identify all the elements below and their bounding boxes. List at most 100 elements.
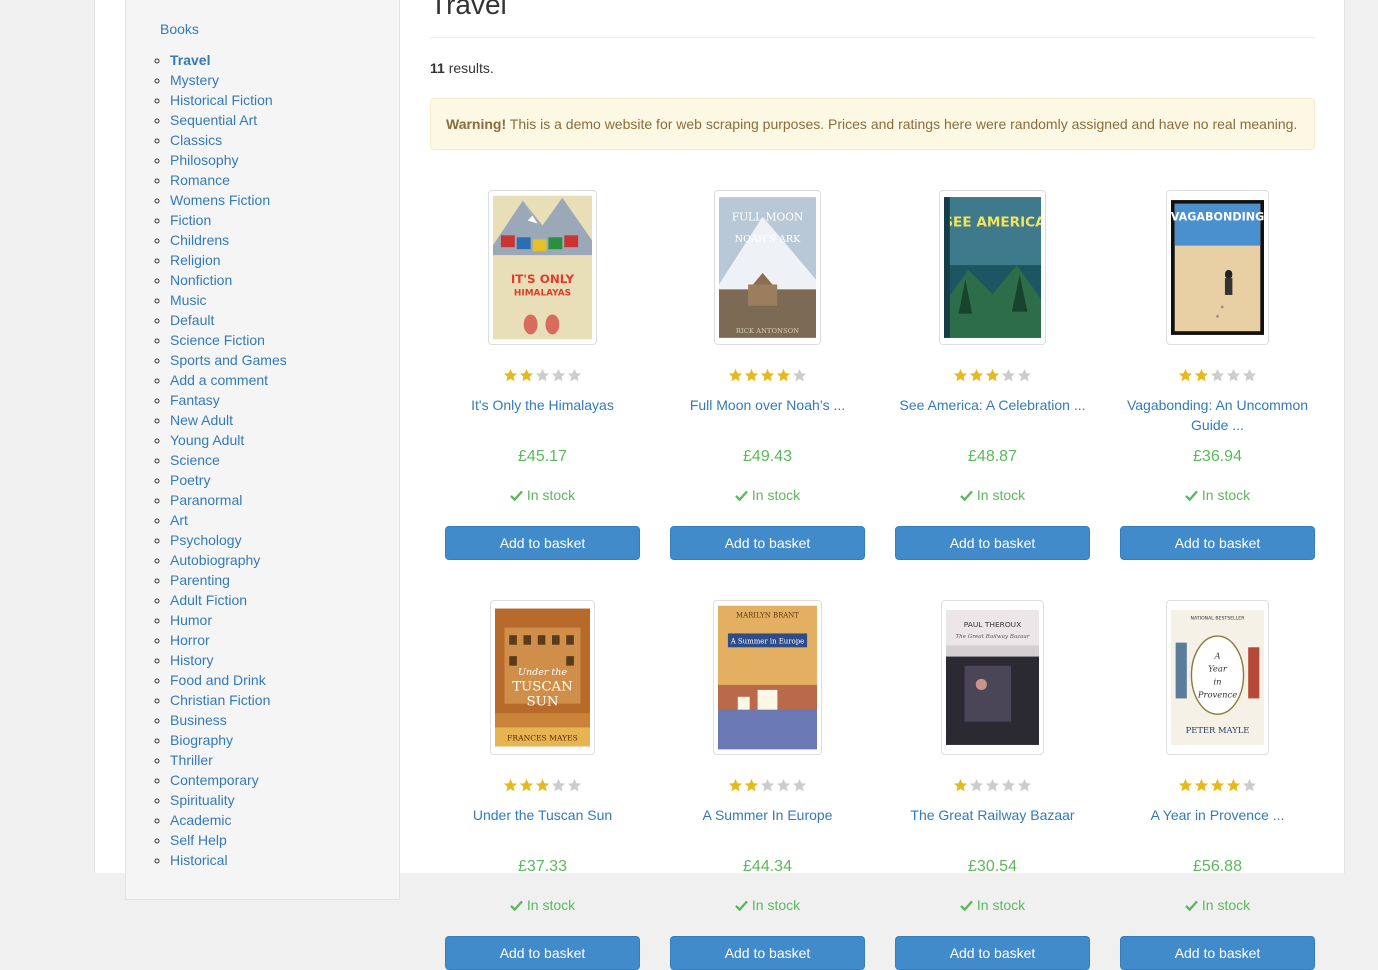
- category-link-business[interactable]: Business: [170, 712, 227, 728]
- category-link-religion[interactable]: Religion: [170, 252, 221, 268]
- product-image-link[interactable]: IT'S ONLY HIMALAYAS: [445, 190, 640, 345]
- book-cover: Under the TUSCAN SUN FRANCES MAYES: [495, 605, 590, 750]
- star-icon: [969, 778, 984, 793]
- svg-text:NOAH'S ARK: NOAH'S ARK: [735, 234, 802, 245]
- product-title-link[interactable]: A Year in Provence ...: [1120, 805, 1315, 825]
- category-link-contemporary[interactable]: Contemporary: [170, 772, 259, 788]
- category-link-humor[interactable]: Humor: [170, 612, 212, 628]
- product-price: £44.34: [743, 858, 792, 875]
- category-link-young-adult[interactable]: Young Adult: [170, 432, 244, 448]
- star-icon: [519, 778, 534, 793]
- book-cover-image[interactable]: NATIONAL BESTSELLER A Year in Provence PETER …: [1166, 600, 1269, 755]
- category-link-science-fiction[interactable]: Science Fiction: [170, 332, 265, 348]
- category-link-christian-fiction[interactable]: Christian Fiction: [170, 692, 270, 708]
- category-link-spirituality[interactable]: Spirituality: [170, 792, 235, 808]
- category-link-travel[interactable]: Travel: [170, 52, 210, 68]
- product-image-link[interactable]: Under the TUSCAN SUN FRANCES MAYES: [445, 600, 640, 755]
- category-link-horror[interactable]: Horror: [170, 632, 210, 648]
- category-link-sports-and-games[interactable]: Sports and Games: [170, 352, 287, 368]
- product-image-link[interactable]: FULL MOON NOAH'S ARK RICK ANTONSON: [670, 190, 865, 345]
- svg-text:SEE AMERICA: SEE AMERICA: [944, 214, 1041, 230]
- category-link-sequential-art[interactable]: Sequential Art: [170, 112, 257, 128]
- category-link-childrens[interactable]: Childrens: [170, 232, 229, 248]
- category-link-academic[interactable]: Academic: [170, 812, 231, 828]
- availability: In stock: [895, 897, 1090, 913]
- category-link-thriller[interactable]: Thriller: [170, 752, 213, 768]
- sidebar-item: New Adult: [170, 410, 390, 430]
- product-title-link[interactable]: A Summer In Europe: [670, 805, 865, 825]
- availability-label: In stock: [751, 487, 801, 503]
- product-title-link[interactable]: It's Only the Himalayas: [445, 395, 640, 415]
- product-image-link[interactable]: NATIONAL BESTSELLER A Year in Provence PETER …: [1120, 600, 1315, 755]
- add-to-basket-button[interactable]: Add to basket: [670, 936, 865, 970]
- sidebar-item: Art: [170, 510, 390, 530]
- category-link-self-help[interactable]: Self Help: [170, 832, 227, 848]
- category-link-philosophy[interactable]: Philosophy: [170, 152, 239, 168]
- book-cover: SEE AMERICA: [944, 195, 1041, 340]
- add-to-basket-button[interactable]: Add to basket: [670, 526, 865, 560]
- product-title-link[interactable]: Full Moon over Noah’s ...: [670, 395, 865, 415]
- category-link-history[interactable]: History: [170, 652, 214, 668]
- category-link-fiction[interactable]: Fiction: [170, 212, 211, 228]
- book-cover-image[interactable]: SEE AMERICA: [939, 190, 1046, 345]
- category-link-music[interactable]: Music: [170, 292, 207, 308]
- category-link-mystery[interactable]: Mystery: [170, 72, 219, 88]
- category-link-new-adult[interactable]: New Adult: [170, 412, 233, 428]
- book-cover-image[interactable]: IT'S ONLY HIMALAYAS: [488, 190, 597, 345]
- book-cover-image[interactable]: FULL MOON NOAH'S ARK RICK ANTONSON: [714, 190, 821, 345]
- category-link-autobiography[interactable]: Autobiography: [170, 552, 260, 568]
- product-title-link[interactable]: See America: A Celebration ...: [895, 395, 1090, 415]
- book-cover-image[interactable]: Under the TUSCAN SUN FRANCES MAYES: [490, 600, 595, 755]
- category-link-science[interactable]: Science: [170, 452, 220, 468]
- product-image-link[interactable]: MARILYN BRANT A Summer in Europe: [670, 600, 865, 755]
- add-to-basket-button[interactable]: Add to basket: [445, 936, 640, 970]
- availability-label: In stock: [976, 897, 1026, 913]
- book-cover-image[interactable]: PAUL THEROUX The Great Railway Bazaar: [941, 600, 1044, 755]
- sidebar-item: Self Help: [170, 830, 390, 850]
- category-link-womens-fiction[interactable]: Womens Fiction: [170, 192, 270, 208]
- category-link-poetry[interactable]: Poetry: [170, 472, 210, 488]
- add-to-basket-button[interactable]: Add to basket: [895, 936, 1090, 970]
- star-icon: [503, 368, 518, 383]
- star-icon: [744, 778, 759, 793]
- product-image-link[interactable]: SEE AMERICA: [895, 190, 1090, 345]
- availability: In stock: [445, 487, 640, 503]
- book-cover-image[interactable]: VAGABONDING: [1166, 190, 1269, 345]
- star-icon: [1194, 368, 1209, 383]
- sidebar-item: Mystery: [170, 70, 390, 90]
- sidebar-item: Thriller: [170, 750, 390, 770]
- sidebar-root-books-link[interactable]: Books: [160, 21, 199, 37]
- star-icon: [1001, 778, 1016, 793]
- product-title-link[interactable]: Under the Tuscan Sun: [445, 805, 640, 825]
- category-link-adult-fiction[interactable]: Adult Fiction: [170, 592, 247, 608]
- category-link-classics[interactable]: Classics: [170, 132, 222, 148]
- add-to-basket-button[interactable]: Add to basket: [895, 526, 1090, 560]
- add-to-basket-button[interactable]: Add to basket: [1120, 526, 1315, 560]
- add-to-basket-button[interactable]: Add to basket: [445, 526, 640, 560]
- category-link-psychology[interactable]: Psychology: [170, 532, 242, 548]
- category-link-parenting[interactable]: Parenting: [170, 572, 230, 588]
- product-title-link[interactable]: Vagabonding: An Uncommon Guide ...: [1120, 395, 1315, 435]
- add-to-basket-button[interactable]: Add to basket: [1120, 936, 1315, 970]
- category-link-paranormal[interactable]: Paranormal: [170, 492, 242, 508]
- star-icon: [567, 778, 582, 793]
- category-link-nonfiction[interactable]: Nonfiction: [170, 272, 232, 288]
- category-link-historical-fiction[interactable]: Historical Fiction: [170, 92, 273, 108]
- product-image-link[interactable]: VAGABONDING: [1120, 190, 1315, 345]
- product-price: £37.33: [518, 858, 567, 875]
- category-link-art[interactable]: Art: [170, 512, 188, 528]
- product-image-link[interactable]: PAUL THEROUX The Great Railway Bazaar: [895, 600, 1090, 755]
- check-icon: [960, 488, 973, 502]
- category-link-food-and-drink[interactable]: Food and Drink: [170, 672, 266, 688]
- category-link-fantasy[interactable]: Fantasy: [170, 392, 220, 408]
- product-title-link[interactable]: The Great Railway Bazaar: [895, 805, 1090, 825]
- availability-label: In stock: [1201, 897, 1251, 913]
- category-link-romance[interactable]: Romance: [170, 172, 230, 188]
- star-icon: [567, 368, 582, 383]
- category-link-historical[interactable]: Historical: [170, 852, 228, 868]
- category-link-biography[interactable]: Biography: [170, 732, 233, 748]
- sidebar-item: Young Adult: [170, 430, 390, 450]
- book-cover-image[interactable]: MARILYN BRANT A Summer in Europe: [713, 600, 822, 755]
- category-link-default[interactable]: Default: [170, 312, 214, 328]
- category-link-add-a-comment[interactable]: Add a comment: [170, 372, 268, 388]
